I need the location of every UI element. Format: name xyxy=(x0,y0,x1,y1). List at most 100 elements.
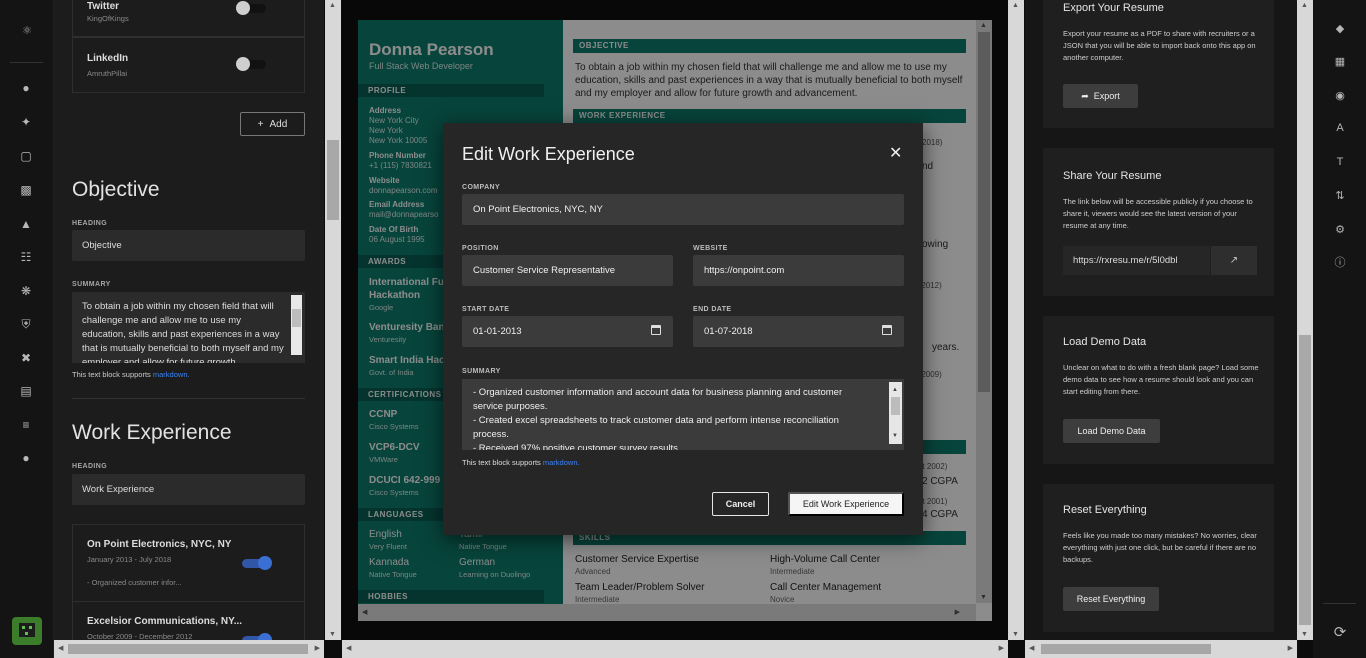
markdown-note: This text block supports markdown. xyxy=(72,370,190,379)
scrollbar-thumb[interactable] xyxy=(891,397,900,415)
user-icon[interactable]: ● xyxy=(16,80,36,96)
info-icon[interactable]: ⓘ xyxy=(1331,254,1349,270)
textarea-scrollbar[interactable] xyxy=(291,295,302,355)
scroll-right-arrow[interactable]: ▶ xyxy=(1288,644,1293,652)
scroll-down-arrow[interactable]: ▼ xyxy=(892,429,898,443)
scroll-right-arrow[interactable]: ▶ xyxy=(999,644,1004,652)
start-date-input[interactable]: 01-01-2013 xyxy=(462,316,673,347)
graduation-cap-icon[interactable]: ▲ xyxy=(16,216,36,232)
export-button[interactable]: ➦ Export xyxy=(1063,84,1138,108)
settings-icon[interactable]: ⚙ xyxy=(1331,221,1349,237)
reset-button[interactable]: Reset Everything xyxy=(1063,587,1159,611)
editor-scrollbar[interactable]: ▲ ▼ xyxy=(325,0,341,640)
scrollbar-thumb[interactable] xyxy=(1299,335,1311,625)
company-input[interactable]: On Point Electronics, NYC, NY xyxy=(462,194,904,225)
calendar-icon[interactable] xyxy=(651,325,661,335)
app-logo-icon[interactable]: ⚛ xyxy=(14,18,40,42)
hscrollbar-thumb[interactable] xyxy=(68,644,308,654)
editor-hscrollbar[interactable]: ◀ ▶ xyxy=(54,640,324,658)
translate-icon[interactable]: ≡ xyxy=(16,417,36,433)
scroll-right-arrow[interactable]: ▶ xyxy=(315,644,320,652)
close-icon[interactable]: ✕ xyxy=(889,143,902,163)
summary-line: - Organized customer information and acc… xyxy=(473,387,843,398)
objective-summary-textarea[interactable]: To obtain a job within my chosen field t… xyxy=(72,292,305,363)
avatar[interactable] xyxy=(12,617,42,645)
text-size-icon[interactable]: T xyxy=(1331,154,1349,170)
social-toggle[interactable] xyxy=(236,57,268,71)
work-item-toggle[interactable] xyxy=(242,633,272,640)
scroll-down-arrow[interactable]: ▼ xyxy=(1301,631,1308,638)
calendar-icon[interactable] xyxy=(882,325,892,335)
briefcase-icon[interactable]: ▩ xyxy=(16,182,36,198)
scroll-up-arrow[interactable]: ▲ xyxy=(1301,2,1308,9)
summary-line: - Received 97% positive customer survey … xyxy=(473,443,678,450)
gamepad-icon[interactable]: ▤ xyxy=(16,383,36,399)
start-date-label: START DATE xyxy=(462,306,510,313)
users-icon[interactable]: ● xyxy=(16,450,36,466)
award-icon[interactable]: ❋ xyxy=(16,283,36,299)
work-item[interactable]: On Point Electronics, NYC, NY January 20… xyxy=(72,524,305,602)
objective-summary-text: To obtain a job within my chosen field t… xyxy=(82,301,284,363)
rail-divider xyxy=(10,62,43,63)
work-item-snippet: - Organized customer infor... xyxy=(87,578,182,587)
social-item-twitter[interactable]: Twitter KingOfKings xyxy=(72,0,305,37)
work-heading-input[interactable]: Work Experience xyxy=(72,474,305,505)
font-icon[interactable]: A xyxy=(1331,120,1349,136)
scroll-left-arrow[interactable]: ◀ xyxy=(1029,644,1034,652)
reset-title: Reset Everything xyxy=(1063,504,1147,516)
load-demo-button[interactable]: Load Demo Data xyxy=(1063,419,1160,443)
scroll-down-arrow[interactable]: ▼ xyxy=(1012,631,1019,638)
website-input[interactable]: https://onpoint.com xyxy=(693,255,904,286)
summary-textarea[interactable]: - Organized customer information and acc… xyxy=(462,379,904,450)
work-heading-label: HEADING xyxy=(72,463,108,470)
cancel-button[interactable]: Cancel xyxy=(712,492,769,516)
actions-hscrollbar[interactable]: ◀ ▶ xyxy=(1025,640,1297,658)
work-section-title: Work Experience xyxy=(72,421,232,444)
sort-icon[interactable]: ⇅ xyxy=(1331,187,1349,203)
actions-scrollbar[interactable]: ▲ ▼ xyxy=(1297,0,1313,640)
palette-icon[interactable]: ◆ xyxy=(1331,20,1349,36)
plus-icon: + xyxy=(257,118,264,130)
position-input[interactable]: Customer Service Representative xyxy=(462,255,673,286)
scroll-left-arrow[interactable]: ◀ xyxy=(58,644,63,652)
scroll-up-arrow[interactable]: ▲ xyxy=(329,2,336,9)
demo-title: Load Demo Data xyxy=(1063,336,1147,348)
work-item[interactable]: Excelsior Communications, NY... October … xyxy=(72,601,305,640)
demo-card: Load Demo Data Unclear on what to do wit… xyxy=(1043,316,1274,464)
hscrollbar-thumb[interactable] xyxy=(1041,644,1211,654)
work-item-toggle[interactable] xyxy=(242,556,272,570)
edit-work-experience-button[interactable]: Edit Work Experience xyxy=(788,492,904,516)
scroll-up-arrow[interactable]: ▲ xyxy=(1012,2,1019,9)
sync-icon[interactable]: ⟳ xyxy=(1331,624,1349,641)
color-icon[interactable]: ◉ xyxy=(1331,87,1349,103)
layout-icon[interactable]: ▦ xyxy=(1331,53,1349,69)
demo-text: Unclear on what to do with a fresh blank… xyxy=(1063,363,1259,396)
sitemap-icon[interactable]: ☷ xyxy=(16,249,36,265)
position-label: POSITION xyxy=(462,245,499,252)
artboard-scrollbar[interactable]: ▲ ▼ xyxy=(1008,0,1024,640)
share-url-field[interactable]: https://rxresu.me/r/5l0dbl ↗ xyxy=(1063,246,1257,275)
textarea-scrollbar[interactable]: ▲ ▼ xyxy=(889,382,902,444)
markdown-link[interactable]: markdown. xyxy=(543,458,580,467)
markdown-link[interactable]: markdown. xyxy=(153,370,190,379)
scroll-left-arrow[interactable]: ◀ xyxy=(346,644,351,652)
scroll-up-arrow[interactable]: ▲ xyxy=(892,383,898,397)
shield-check-icon[interactable]: ⛨ xyxy=(16,316,36,332)
external-link-icon[interactable]: ↗ xyxy=(1210,246,1257,275)
share-text: The link below will be accessible public… xyxy=(1063,197,1253,230)
social-item-linkedin[interactable]: LinkedIn AmruthPillai xyxy=(72,37,305,93)
add-button-label: Add xyxy=(269,118,288,130)
tools-icon[interactable]: ✖ xyxy=(16,350,36,366)
add-social-button[interactable]: + Add xyxy=(240,112,305,136)
scrollbar-thumb[interactable] xyxy=(327,140,339,220)
objective-heading-input[interactable]: Objective xyxy=(72,230,305,261)
edit-work-experience-modal: Edit Work Experience ✕ COMPANY On Point … xyxy=(443,123,923,535)
twitter-icon[interactable]: ✦ xyxy=(16,114,36,130)
file-icon[interactable]: ▢ xyxy=(16,148,36,164)
social-toggle[interactable] xyxy=(236,1,268,15)
end-date-input[interactable]: 01-07-2018 xyxy=(693,316,904,347)
summary-line: process. xyxy=(473,429,509,440)
artboard-hscrollbar[interactable]: ◀ ▶ xyxy=(342,640,1008,658)
scroll-down-arrow[interactable]: ▼ xyxy=(329,631,336,638)
social-username: AmruthPillai xyxy=(87,69,128,78)
